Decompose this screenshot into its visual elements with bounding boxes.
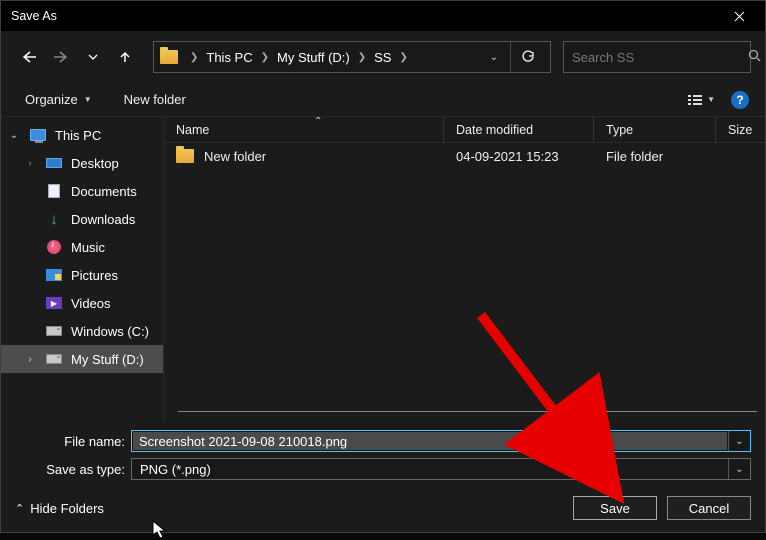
column-header-date[interactable]: Date modified bbox=[444, 117, 594, 142]
address-bar[interactable]: ❯ This PC ❯ My Stuff (D:) ❯ SS ❯ ⌄ bbox=[153, 41, 551, 73]
nav-downloads[interactable]: ↓ Downloads bbox=[1, 205, 163, 233]
nav-desktop[interactable]: › Desktop bbox=[1, 149, 163, 177]
file-fields: File name: ⌄ Save as type: ⌄ bbox=[1, 422, 765, 484]
chevron-right-icon[interactable]: › bbox=[23, 354, 37, 365]
sort-ascending-icon: ⌃ bbox=[314, 117, 322, 127]
nav-label: Documents bbox=[71, 184, 137, 199]
nav-documents[interactable]: Documents bbox=[1, 177, 163, 205]
pc-icon bbox=[30, 129, 46, 141]
breadcrumb-folder[interactable]: SS bbox=[368, 50, 397, 65]
nav-drive-d[interactable]: › My Stuff (D:) bbox=[1, 345, 163, 373]
nav-label: Music bbox=[71, 240, 105, 255]
command-bar: Organize ▼ New folder ▼ ? bbox=[1, 83, 765, 117]
view-options-button[interactable]: ▼ bbox=[681, 89, 721, 111]
file-list: ⌃ Name Date modified Type Size New folde… bbox=[163, 117, 765, 422]
recent-locations-button[interactable] bbox=[79, 43, 107, 71]
breadcrumb-drive[interactable]: My Stuff (D:) bbox=[271, 50, 356, 65]
filetype-combo[interactable]: ⌄ bbox=[131, 458, 751, 480]
refresh-button[interactable] bbox=[510, 42, 544, 72]
search-box[interactable] bbox=[563, 41, 751, 73]
nav-label: Pictures bbox=[71, 268, 118, 283]
nav-videos[interactable]: ▶ Videos bbox=[1, 289, 163, 317]
window-title: Save As bbox=[11, 9, 57, 23]
filename-input[interactable] bbox=[133, 432, 727, 450]
help-button[interactable]: ? bbox=[731, 91, 749, 109]
folder-icon bbox=[176, 149, 194, 163]
cursor-icon bbox=[152, 520, 168, 540]
chevron-right-icon[interactable]: ❯ bbox=[397, 52, 409, 63]
organize-button[interactable]: Organize ▼ bbox=[17, 88, 100, 111]
nav-label: Desktop bbox=[71, 156, 119, 171]
nav-label: Windows (C:) bbox=[71, 324, 149, 339]
download-icon: ↓ bbox=[50, 212, 58, 227]
nav-this-pc[interactable]: ⌄ This PC bbox=[1, 121, 163, 149]
drive-icon bbox=[46, 326, 62, 336]
nav-music[interactable]: Music bbox=[1, 233, 163, 261]
item-type: File folder bbox=[594, 149, 716, 164]
column-header-type[interactable]: Type bbox=[594, 117, 716, 142]
item-date: 04-09-2021 15:23 bbox=[444, 149, 594, 164]
filetype-label: Save as type: bbox=[15, 462, 125, 477]
chevron-down-icon: ▼ bbox=[707, 95, 715, 104]
chevron-down-icon[interactable]: ⌄ bbox=[728, 459, 750, 479]
folder-icon bbox=[160, 50, 178, 64]
chevron-right-icon[interactable]: ❯ bbox=[259, 52, 271, 63]
breadcrumb-this-pc[interactable]: This PC bbox=[200, 50, 258, 65]
hide-folders-button[interactable]: ⌃ Hide Folders bbox=[15, 501, 104, 516]
close-button[interactable] bbox=[717, 1, 761, 31]
dialog-footer: ⌃ Hide Folders Save Cancel bbox=[1, 484, 765, 532]
nav-pictures[interactable]: Pictures bbox=[1, 261, 163, 289]
new-folder-button[interactable]: New folder bbox=[116, 88, 194, 111]
nav-toolbar: ❯ This PC ❯ My Stuff (D:) ❯ SS ❯ ⌄ bbox=[1, 37, 765, 77]
document-icon bbox=[48, 184, 60, 198]
save-as-dialog: Save As ❯ This PC ❯ My Stuff (D:) ❯ SS ❯ bbox=[0, 0, 766, 533]
chevron-down-icon[interactable]: ⌄ bbox=[7, 130, 21, 141]
filetype-value[interactable] bbox=[132, 459, 728, 479]
chevron-right-icon[interactable]: ❯ bbox=[356, 52, 368, 63]
column-header-name[interactable]: Name bbox=[164, 117, 444, 142]
desktop-icon bbox=[46, 158, 62, 168]
chevron-down-icon[interactable]: ⌄ bbox=[728, 431, 750, 451]
chevron-right-icon[interactable]: › bbox=[23, 158, 37, 169]
nav-label: My Stuff (D:) bbox=[71, 352, 144, 367]
nav-label: Downloads bbox=[71, 212, 135, 227]
drive-icon bbox=[46, 354, 62, 364]
chevron-down-icon: ▼ bbox=[84, 95, 92, 104]
videos-icon: ▶ bbox=[46, 297, 62, 309]
up-button[interactable] bbox=[111, 43, 139, 71]
cancel-button[interactable]: Cancel bbox=[667, 496, 751, 520]
chevron-right-icon[interactable]: ❯ bbox=[188, 52, 200, 63]
back-button[interactable] bbox=[15, 43, 43, 71]
organize-label: Organize bbox=[25, 92, 78, 107]
chevron-up-icon: ⌃ bbox=[15, 502, 24, 515]
titlebar: Save As bbox=[1, 1, 765, 31]
nav-label: This PC bbox=[55, 128, 101, 143]
hide-folders-label: Hide Folders bbox=[30, 501, 104, 516]
list-item[interactable]: New folder 04-09-2021 15:23 File folder bbox=[164, 143, 765, 169]
item-name: New folder bbox=[204, 149, 266, 164]
chevron-down-icon[interactable]: ⌄ bbox=[490, 52, 498, 63]
filename-label: File name: bbox=[15, 434, 125, 449]
search-icon bbox=[748, 49, 761, 65]
filename-combo[interactable]: ⌄ bbox=[131, 430, 751, 452]
column-headers: ⌃ Name Date modified Type Size bbox=[164, 117, 765, 143]
search-input[interactable] bbox=[572, 50, 748, 65]
nav-tree: ⌄ This PC › Desktop Documents ↓ Download… bbox=[1, 117, 163, 422]
music-icon bbox=[47, 240, 61, 254]
save-button[interactable]: Save bbox=[573, 496, 657, 520]
nav-label: Videos bbox=[71, 296, 111, 311]
pictures-icon bbox=[46, 269, 62, 281]
new-folder-label: New folder bbox=[124, 92, 186, 107]
nav-drive-c[interactable]: Windows (C:) bbox=[1, 317, 163, 345]
column-header-size[interactable]: Size bbox=[716, 117, 765, 142]
forward-button[interactable] bbox=[47, 43, 75, 71]
